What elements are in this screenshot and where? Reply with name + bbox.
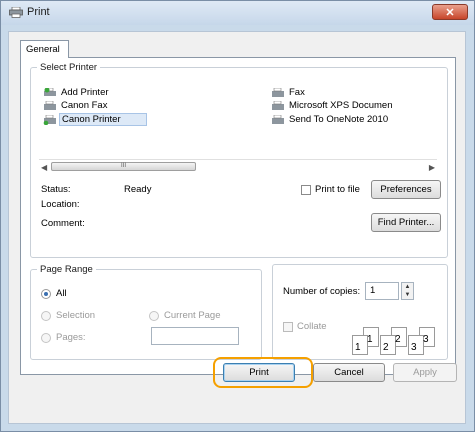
pages-radio[interactable] — [41, 333, 51, 343]
current-page-label: Current Page — [164, 310, 221, 321]
preferences-button[interactable]: Preferences — [371, 180, 441, 199]
print-dialog: Print ✕ General Select Printer Add Print… — [0, 0, 475, 432]
collate-num: 3 — [411, 342, 417, 353]
printer-label: Microsoft XPS Documen — [289, 100, 393, 111]
cancel-button[interactable]: Cancel — [313, 363, 385, 382]
page-range-legend: Page Range — [40, 264, 93, 275]
selection-label: Selection — [56, 310, 96, 321]
page-range-group: Page Range All Selection Current Page Pa… — [30, 264, 262, 360]
general-tab-panel: Select Printer Add Printer Canon Fax Can… — [20, 57, 456, 375]
add-printer-icon — [44, 88, 56, 96]
horizontal-scrollbar[interactable]: ◀ III ▶ — [39, 159, 437, 174]
all-radio[interactable] — [41, 289, 51, 299]
window-title: Print — [27, 6, 50, 18]
title-bar[interactable]: Print ✕ — [1, 1, 474, 25]
location-label: Location: — [41, 199, 80, 210]
status-label: Status: — [41, 184, 71, 195]
spin-up-icon[interactable]: ▲ — [402, 283, 413, 291]
comment-label: Comment: — [41, 218, 85, 229]
collate-label: Collate — [297, 321, 327, 332]
copies-group: Number of copies: 1 ▲ ▼ Collate 1 1 2 2 — [272, 264, 448, 360]
printer-label: Send To OneNote 2010 — [289, 114, 389, 125]
select-printer-legend: Select Printer — [40, 62, 98, 73]
current-page-radio[interactable] — [149, 311, 159, 321]
printer-label: Fax — [289, 87, 305, 98]
apply-button[interactable]: Apply — [393, 363, 457, 382]
printer-icon — [9, 7, 23, 18]
print-button[interactable]: Print — [223, 363, 295, 382]
scroll-thumb[interactable]: III — [51, 162, 196, 171]
fax-icon — [44, 101, 56, 110]
print-to-file-label: Print to file — [315, 184, 360, 195]
number-of-copies-label: Number of copies: — [283, 286, 361, 297]
scroll-right-icon[interactable]: ▶ — [429, 163, 435, 172]
pages-label: Pages: — [56, 332, 86, 343]
find-printer-button[interactable]: Find Printer... — [371, 213, 441, 232]
collate-num: 1 — [355, 342, 361, 353]
selection-radio[interactable] — [41, 311, 51, 321]
collate-num: 3 — [423, 334, 429, 345]
fax-icon — [272, 88, 284, 97]
printer-list[interactable]: Add Printer Canon Fax Canon Printer Fax — [39, 81, 437, 157]
collate-num: 2 — [383, 342, 389, 353]
pages-input[interactable] — [151, 327, 239, 345]
tab-general[interactable]: General — [20, 40, 69, 58]
copies-spinner[interactable]: ▲ ▼ — [401, 282, 414, 300]
select-printer-group: Select Printer Add Printer Canon Fax Can… — [30, 62, 448, 258]
copies-input[interactable]: 1 — [365, 282, 399, 300]
close-button[interactable]: ✕ — [432, 4, 468, 20]
collate-num: 2 — [395, 334, 401, 345]
printer-icon — [272, 101, 284, 110]
printer-label: Canon Printer — [59, 113, 147, 126]
printer-label: Canon Fax — [61, 100, 108, 111]
all-label: All — [56, 288, 67, 299]
scroll-left-icon[interactable]: ◀ — [41, 163, 47, 172]
printer-label: Add Printer — [61, 87, 109, 98]
default-printer-icon — [43, 115, 56, 125]
collate-checkbox[interactable] — [283, 322, 293, 332]
spin-down-icon[interactable]: ▼ — [402, 291, 413, 299]
printer-icon — [272, 115, 284, 124]
print-to-file-checkbox[interactable] — [301, 185, 311, 195]
collate-num: 1 — [367, 334, 373, 345]
status-value: Ready — [124, 184, 152, 195]
